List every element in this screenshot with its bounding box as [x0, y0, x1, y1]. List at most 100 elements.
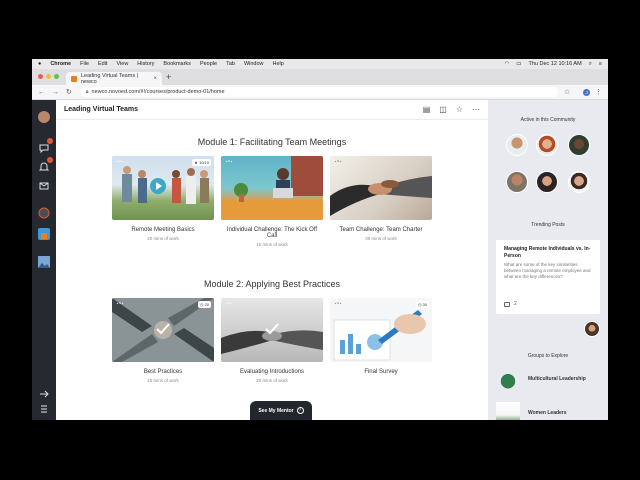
see-my-mentor-button[interactable]: See My Mentor ›: [250, 401, 312, 420]
course-title: Leading Virtual Teams: [64, 106, 139, 113]
lesson-name[interactable]: Remote Meeting Basics: [112, 227, 214, 233]
lesson-duration: 20 mins of work: [147, 236, 179, 241]
close-window-button[interactable]: [38, 74, 43, 79]
profile-icon[interactable]: J: [583, 88, 590, 96]
forward-icon[interactable]: →: [52, 89, 59, 96]
active-community-title: Active in this Community: [520, 117, 576, 123]
app-menu[interactable]: Chrome: [50, 61, 71, 67]
lesson-name[interactable]: Best Practices: [112, 369, 214, 375]
lesson-thumbnail[interactable]: [221, 298, 323, 362]
lock-icon: 🔒︎: [85, 89, 89, 95]
mac-menu-bar: ● Chrome File Edit View History Bookmark…: [32, 59, 608, 69]
menu-people[interactable]: People: [200, 61, 217, 67]
group-item[interactable]: Multicultural Leadership: [496, 368, 586, 390]
lesson-duration: 20 mins of work: [256, 378, 288, 383]
lesson-thumbnail[interactable]: ◷ 30: [330, 298, 432, 362]
bookmark-icon[interactable]: ☆: [456, 105, 463, 114]
star-icon[interactable]: ☆: [564, 88, 570, 96]
sparkle-icon: [116, 160, 124, 163]
back-icon[interactable]: ←: [38, 89, 45, 96]
app-sidebar: [32, 100, 56, 420]
score-badge: ★ 10/10: [192, 159, 211, 166]
group-name[interactable]: Multicultural Leadership: [528, 376, 586, 382]
bell-icon[interactable]: [38, 157, 53, 172]
course-home: Module 1: Facilitating Team Meetings ★ 1…: [56, 120, 488, 420]
member-avatar[interactable]: [506, 134, 528, 156]
notifications-badge: [47, 157, 53, 163]
window-controls: [38, 74, 62, 79]
syllabus-icon[interactable]: ▤: [423, 105, 431, 114]
lesson-name[interactable]: Individual Challenge: The Kick Off Call: [221, 227, 323, 239]
lesson-card[interactable]: ★ 10/10 Remote Meeting Basics 20 mins of…: [112, 156, 214, 241]
lesson-card[interactable]: ◷ 20 Best Practices 15 mins of work: [112, 298, 214, 383]
lesson-name[interactable]: Team Challenge: Team Charter: [330, 227, 432, 233]
lesson-thumbnail[interactable]: [221, 156, 323, 220]
post-author-avatar[interactable]: [584, 321, 600, 337]
search-icon[interactable]: ⌕: [589, 61, 592, 68]
menu-file[interactable]: File: [80, 61, 89, 67]
member-avatar[interactable]: [536, 171, 558, 193]
discussions-icon[interactable]: ◫: [439, 105, 447, 114]
arrow-icon: ›: [296, 407, 304, 414]
sparkle-icon: [334, 302, 342, 305]
member-avatar[interactable]: [568, 134, 590, 156]
new-tab-icon[interactable]: +: [166, 72, 171, 82]
trending-post[interactable]: Managing Remote Individuals vs. In-Perso…: [496, 240, 600, 314]
lesson-duration: 15 mins of work: [147, 378, 179, 383]
more-options-icon[interactable]: ⋯: [472, 105, 480, 114]
browser-menu-icon[interactable]: ⋮: [595, 88, 602, 96]
lesson-name[interactable]: Evaluating Introductions: [221, 369, 323, 375]
url-field[interactable]: 🔒︎ newco.novoed.com/#!/courses/product-d…: [80, 87, 558, 97]
zoom-window-button[interactable]: [54, 74, 59, 79]
lesson-name[interactable]: Final Survey: [330, 369, 432, 375]
user-avatar[interactable]: [38, 111, 50, 123]
group-name[interactable]: Women Leaders: [528, 410, 567, 416]
lesson-thumbnail[interactable]: [330, 156, 432, 220]
menu-tab[interactable]: Tab: [226, 61, 235, 67]
expand-arrow-icon[interactable]: [38, 387, 50, 399]
lesson-card[interactable]: ◷ 30 Final Survey: [330, 298, 432, 375]
reload-icon[interactable]: ↻: [66, 88, 72, 96]
menu-history[interactable]: History: [137, 61, 154, 67]
lesson-card[interactable]: Team Challenge: Team Charter 30 mins of …: [330, 156, 432, 241]
course-home-icon[interactable]: [38, 206, 50, 219]
post-comments[interactable]: 2: [504, 301, 517, 307]
list-icon[interactable]: ≡: [599, 61, 602, 67]
menu-bookmarks[interactable]: Bookmarks: [163, 61, 191, 67]
course-thumbnail-icon[interactable]: [38, 227, 50, 240]
lesson-thumbnail[interactable]: ★ 10/10: [112, 156, 214, 220]
messages-badge: [47, 138, 53, 144]
points-badge: ◷ 30: [415, 301, 429, 308]
status-area: ◠ ▭ Thu Dec 12 10:16 AM ⌕ ≡: [497, 61, 602, 68]
sparkle-icon: [225, 160, 233, 163]
member-avatar[interactable]: [536, 134, 558, 156]
menu-help[interactable]: Help: [273, 61, 284, 67]
browser-tab[interactable]: Leading Virtual Teams | newco ×: [66, 72, 162, 85]
favicon-icon: [71, 75, 77, 82]
lesson-card[interactable]: Evaluating Introductions 20 mins of work: [221, 298, 323, 383]
apple-icon[interactable]: ●: [38, 61, 41, 67]
menu-clock[interactable]: Thu Dec 12 10:16 AM: [528, 61, 581, 67]
post-title[interactable]: Managing Remote Individuals vs. In-Perso…: [504, 246, 592, 259]
address-bar: ← → ↻ 🔒︎ newco.novoed.com/#!/courses/pro…: [32, 85, 608, 100]
trending-posts-title: Trending Posts: [531, 222, 565, 228]
mail-icon[interactable]: [38, 179, 50, 191]
minimize-window-button[interactable]: [46, 74, 51, 79]
menu-edit[interactable]: Edit: [98, 61, 107, 67]
points-badge: ◷ 20: [197, 301, 211, 308]
menu-window[interactable]: Window: [244, 61, 264, 67]
tab-close-icon[interactable]: ×: [153, 76, 157, 82]
messages-icon[interactable]: [38, 138, 53, 154]
battery-icon[interactable]: ▭: [516, 61, 521, 67]
grid-icon[interactable]: [38, 402, 50, 414]
woman-laptop-image: [221, 156, 323, 220]
sparkle-icon: [334, 160, 342, 163]
menu-view[interactable]: View: [116, 61, 128, 67]
wifi-icon[interactable]: ◠: [504, 61, 509, 67]
lesson-card[interactable]: Individual Challenge: The Kick Off Call …: [221, 156, 323, 247]
lesson-thumbnail[interactable]: ◷ 20: [112, 298, 214, 362]
group-item[interactable]: Women Leaders: [496, 402, 567, 420]
landscape-course-icon[interactable]: [38, 255, 50, 268]
member-avatar[interactable]: [506, 171, 528, 193]
member-avatar[interactable]: [568, 171, 590, 193]
